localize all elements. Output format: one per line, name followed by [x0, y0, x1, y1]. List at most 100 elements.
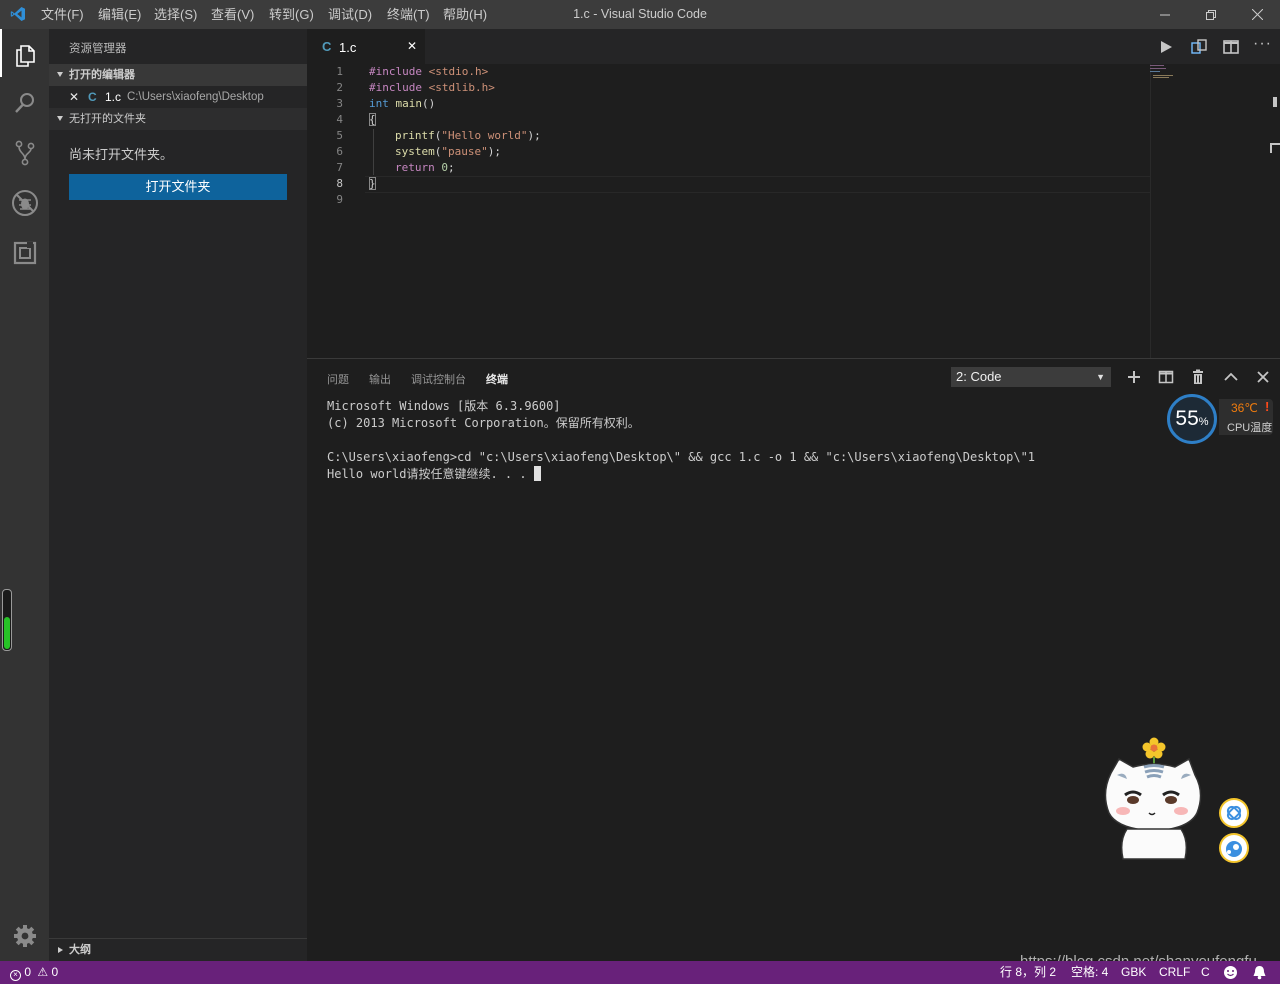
shield-float-button[interactable]	[1219, 798, 1249, 828]
extensions-icon	[13, 241, 36, 265]
line-number: 4	[336, 113, 343, 126]
smiley-icon	[1224, 966, 1237, 979]
tab-debug-console[interactable]: 调试控制台	[411, 371, 466, 387]
rocket-float-button[interactable]	[1219, 833, 1249, 863]
terminal-prompt-line[interactable]: Hello world请按任意键继续. . .	[327, 466, 541, 483]
menu-file[interactable]: 文件(F)	[41, 0, 84, 29]
minimize-button[interactable]	[1142, 0, 1188, 29]
expand-caret-icon	[57, 116, 63, 121]
restore-button[interactable]	[1188, 0, 1234, 29]
warning-icon: ⚠	[37, 965, 49, 979]
indentation-status[interactable]: 空格: 4	[1071, 961, 1108, 984]
kill-terminal-button[interactable]	[1190, 369, 1206, 385]
language-status[interactable]: C	[1201, 961, 1210, 984]
tab-problems[interactable]: 问题	[327, 371, 349, 387]
error-icon: ×	[10, 970, 21, 981]
split-terminal-button[interactable]	[1158, 369, 1174, 385]
bottom-panel: 问题 输出 调试控制台 终端 2: Code ▼ Microsoft Windo…	[307, 358, 1280, 961]
collapse-caret-icon	[58, 947, 63, 953]
close-window-button[interactable]	[1234, 0, 1280, 29]
close-icon	[1251, 9, 1263, 20]
editor-tab-1c[interactable]: C 1.c ✕	[307, 29, 425, 64]
split-editor-icon	[1223, 40, 1239, 54]
extensions-activity[interactable]	[0, 229, 49, 277]
no-folder-section[interactable]: 无打开的文件夹	[49, 108, 307, 130]
eol-status[interactable]: CRLF	[1159, 961, 1190, 984]
code-line: system("pause");	[395, 145, 501, 158]
error-count: 0	[24, 965, 32, 979]
code-line: #include <stdlib.h>	[369, 81, 495, 94]
open-editor-path: C:\Users\xiaofeng\Desktop	[127, 91, 264, 103]
minimap-line	[1153, 77, 1169, 78]
encoding-status[interactable]: GBK	[1121, 961, 1146, 984]
cursor-position[interactable]: 行 8，列 2	[1000, 961, 1056, 984]
minimap-line	[1150, 68, 1166, 69]
source-control-activity[interactable]	[0, 129, 49, 177]
cpu-temperature: 36℃	[1231, 401, 1258, 415]
open-editor-item[interactable]: ✕ C 1.c C:\Users\xiaofeng\Desktop	[49, 86, 307, 108]
feedback-button[interactable]	[1223, 965, 1238, 980]
cpu-usage-gauge: 55%	[1167, 394, 1217, 444]
split-terminal-icon	[1158, 370, 1174, 384]
open-folder-button[interactable]: 打开文件夹	[69, 174, 287, 200]
settings-activity[interactable]	[0, 912, 49, 960]
warning-icon: !	[1265, 399, 1270, 414]
menu-edit[interactable]: 编辑(E)	[98, 0, 141, 29]
problems-status[interactable]: × 0 ⚠ 0	[10, 961, 58, 984]
plus-icon	[1128, 371, 1140, 383]
speedup-icon	[1226, 841, 1242, 857]
no-folder-title: 无打开的文件夹	[69, 113, 146, 125]
warning-count: 0	[51, 965, 59, 979]
more-actions-icon[interactable]: ···	[1253, 35, 1272, 53]
tab-terminal[interactable]: 终端	[486, 371, 508, 387]
open-editor-name: 1.c	[105, 90, 122, 104]
close-tab-icon[interactable]: ✕	[407, 39, 417, 53]
menu-view[interactable]: 查看(V)	[211, 0, 254, 29]
menu-selection[interactable]: 选择(S)	[154, 0, 197, 29]
explorer-activity[interactable]	[0, 31, 49, 79]
open-changes-button[interactable]	[1190, 38, 1208, 56]
code-editor[interactable]: 1 2 3 4 5 6 7 8 9 #include <stdio.h> #in…	[307, 64, 1280, 358]
menu-help[interactable]: 帮助(H)	[443, 0, 487, 29]
close-panel-button[interactable]	[1255, 369, 1271, 385]
debug-icon	[11, 190, 38, 216]
outline-section[interactable]: 大纲	[49, 938, 307, 962]
debug-activity[interactable]	[0, 179, 49, 227]
minimap-line	[1150, 65, 1164, 66]
cpu-temp-label: CPU温度	[1227, 422, 1273, 434]
line-number: 3	[336, 97, 343, 110]
menu-debug[interactable]: 调试(D)	[328, 0, 372, 29]
terminal-line: C:\Users\xiaofeng>cd "c:\Users\xiaofeng\…	[327, 450, 1036, 464]
menu-terminal[interactable]: 终端(T)	[387, 0, 430, 29]
notifications-button[interactable]	[1252, 965, 1267, 980]
activity-bar	[0, 29, 49, 961]
open-editors-section[interactable]: 打开的编辑器	[49, 64, 307, 86]
cpu-percent-unit: %	[1198, 416, 1209, 428]
no-folder-message: 尚未打开文件夹。	[69, 147, 174, 162]
split-editor-button[interactable]	[1222, 38, 1240, 56]
maximize-panel-button[interactable]	[1223, 369, 1239, 385]
terminal-line: (c) 2013 Microsoft Corporation。保留所有权利。	[327, 416, 640, 430]
source-control-icon	[15, 140, 34, 166]
run-button[interactable]	[1157, 38, 1175, 56]
tab-output[interactable]: 输出	[369, 371, 391, 387]
title-bar: 文件(F) 编辑(E) 选择(S) 查看(V) 转到(G) 调试(D) 终端(T…	[0, 0, 1280, 29]
trash-icon	[1193, 369, 1203, 384]
menu-go[interactable]: 转到(G)	[269, 0, 314, 29]
cat-mascot-image	[1104, 737, 1202, 860]
close-editor-icon[interactable]: ✕	[69, 86, 79, 108]
minimap-divider	[1150, 64, 1151, 358]
terminal-line: Microsoft Windows [版本 6.3.9600]	[327, 399, 561, 413]
cpu-widget[interactable]: 36℃ ! CPU温度 55%	[1167, 394, 1273, 450]
terminal-select[interactable]: 2: Code ▼	[951, 367, 1111, 387]
level-meter-fill	[4, 617, 10, 649]
new-terminal-button[interactable]	[1126, 369, 1142, 385]
code-line: {	[369, 113, 376, 126]
minimap[interactable]	[1150, 64, 1266, 80]
cpu-temp-panel: 36℃ ! CPU温度	[1219, 399, 1273, 435]
chevron-up-icon	[1224, 372, 1238, 381]
outline-title: 大纲	[69, 944, 91, 956]
search-activity[interactable]	[0, 79, 49, 127]
scrollbar-marker	[1273, 97, 1277, 107]
expand-caret-icon	[57, 72, 63, 77]
